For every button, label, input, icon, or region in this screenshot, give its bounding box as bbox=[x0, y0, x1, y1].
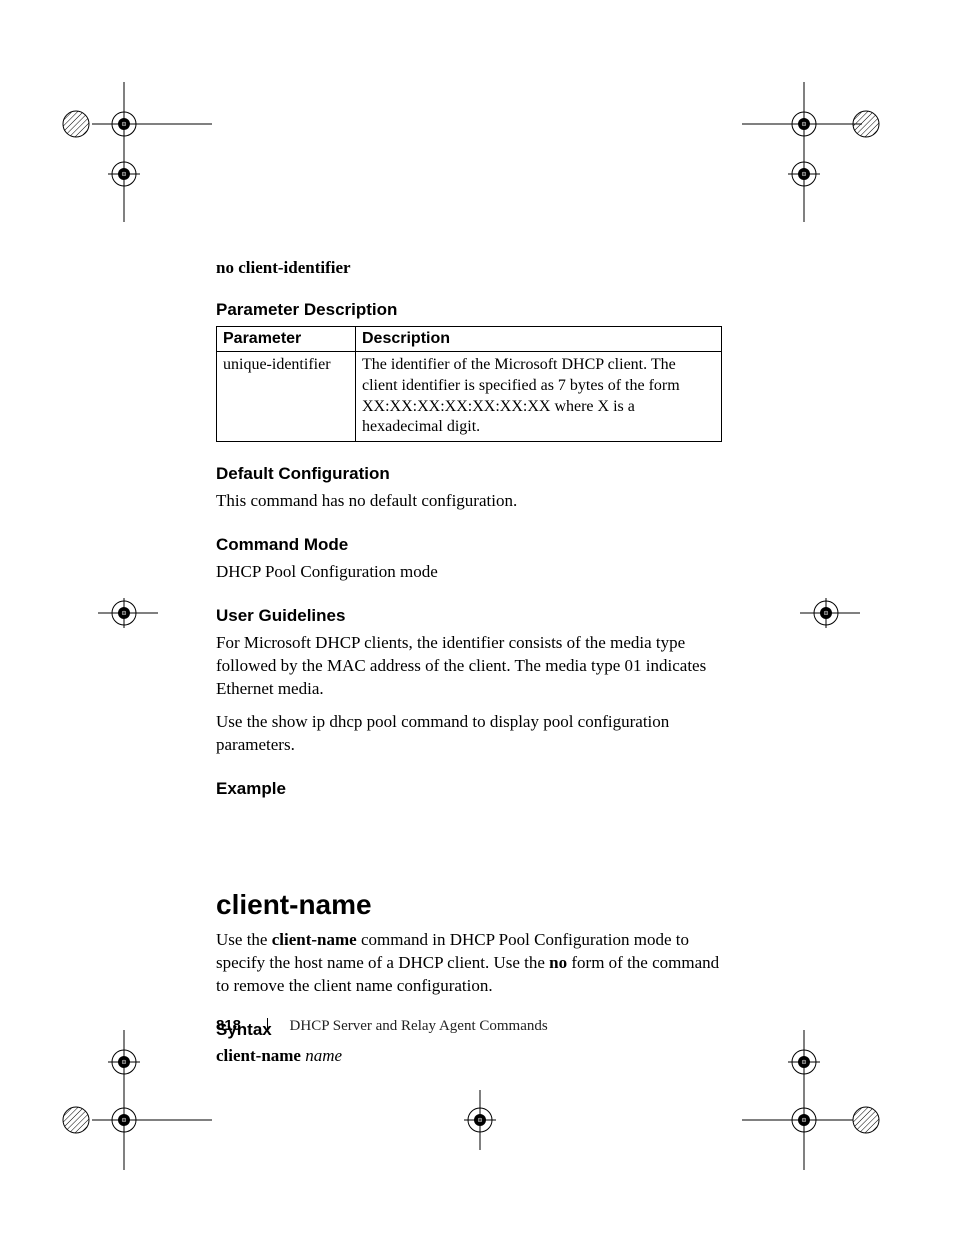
user-guidelines-p1: For Microsoft DHCP clients, the identifi… bbox=[216, 632, 736, 701]
param-name-cell: unique-identifier bbox=[217, 352, 356, 442]
command-mode-body: DHCP Pool Configuration mode bbox=[216, 561, 736, 584]
client-name-intro: Use the client-name command in DHCP Pool… bbox=[216, 929, 736, 998]
negative-command: no client-identifier bbox=[216, 258, 736, 278]
page-footer: 818 DHCP Server and Relay Agent Commands bbox=[216, 1017, 736, 1035]
syntax-line: client-name name bbox=[216, 1046, 736, 1066]
heading-client-name: client-name bbox=[216, 889, 736, 921]
crop-mark-top-right bbox=[742, 82, 902, 227]
heading-parameter-description: Parameter Description bbox=[216, 300, 736, 320]
crop-mark-bottom-center bbox=[450, 1090, 510, 1155]
crop-mark-bottom-right bbox=[742, 1030, 902, 1175]
crop-mark-top-left bbox=[62, 82, 212, 227]
intro-bold-no: no bbox=[549, 953, 567, 972]
table-row: unique-identifier The identifier of the … bbox=[217, 352, 722, 442]
heading-default-configuration: Default Configuration bbox=[216, 464, 736, 484]
default-configuration-body: This command has no default configuratio… bbox=[216, 490, 736, 513]
intro-text: Use the bbox=[216, 930, 272, 949]
user-guidelines-p2: Use the show ip dhcp pool command to dis… bbox=[216, 711, 736, 757]
intro-bold-client-name: client-name bbox=[272, 930, 357, 949]
footer-separator bbox=[267, 1018, 268, 1032]
table-header-description: Description bbox=[356, 327, 722, 352]
syntax-command: client-name bbox=[216, 1046, 301, 1065]
syntax-argument: name bbox=[305, 1046, 342, 1065]
crop-mark-mid-left bbox=[98, 598, 158, 633]
table-header-parameter: Parameter bbox=[217, 327, 356, 352]
heading-example: Example bbox=[216, 779, 736, 799]
chapter-title: DHCP Server and Relay Agent Commands bbox=[290, 1018, 548, 1034]
param-desc-cell: The identifier of the Microsoft DHCP cli… bbox=[356, 352, 722, 442]
page-number: 818 bbox=[216, 1017, 241, 1034]
heading-command-mode: Command Mode bbox=[216, 535, 736, 555]
crop-mark-bottom-left bbox=[62, 1030, 212, 1175]
heading-user-guidelines: User Guidelines bbox=[216, 606, 736, 626]
parameter-table: Parameter Description unique-identifier … bbox=[216, 326, 722, 442]
crop-mark-mid-right bbox=[800, 598, 860, 633]
